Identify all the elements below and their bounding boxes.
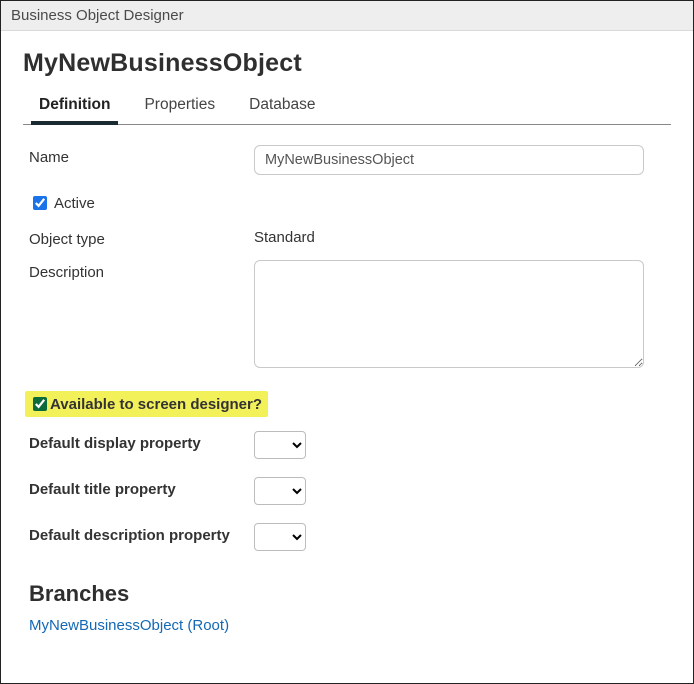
- name-label: Name: [29, 145, 254, 166]
- content-area: MyNewBusinessObject Definition Propertie…: [1, 31, 693, 644]
- default-description-label: Default description property: [29, 523, 254, 544]
- window-title: Business Object Designer: [11, 7, 184, 24]
- tab-properties[interactable]: Properties: [144, 90, 215, 124]
- object-type-value: Standard: [254, 227, 665, 246]
- default-display-select[interactable]: [254, 431, 306, 459]
- default-description-select[interactable]: [254, 523, 306, 551]
- description-label: Description: [29, 260, 254, 281]
- branch-root-link[interactable]: MyNewBusinessObject (Root): [29, 617, 665, 634]
- available-highlight: Available to screen designer?: [25, 391, 268, 417]
- object-type-label: Object type: [29, 227, 254, 248]
- description-textarea[interactable]: [254, 260, 644, 368]
- app-window: Business Object Designer MyNewBusinessOb…: [0, 0, 694, 684]
- default-title-select[interactable]: [254, 477, 306, 505]
- default-title-label: Default title property: [29, 477, 254, 498]
- tab-database[interactable]: Database: [249, 90, 315, 124]
- form-definition: Name Active Object type Standard Descrip…: [23, 125, 671, 634]
- name-input[interactable]: [254, 145, 644, 175]
- page-title: MyNewBusinessObject: [23, 49, 671, 78]
- active-label: Active: [54, 195, 95, 212]
- tab-bar: Definition Properties Database: [23, 90, 671, 125]
- available-label: Available to screen designer?: [50, 396, 262, 413]
- window-titlebar: Business Object Designer: [1, 1, 693, 31]
- branches-heading: Branches: [29, 581, 665, 607]
- tab-definition[interactable]: Definition: [39, 90, 110, 124]
- default-display-label: Default display property: [29, 431, 254, 452]
- available-checkbox[interactable]: [33, 397, 47, 411]
- active-checkbox[interactable]: [33, 196, 47, 210]
